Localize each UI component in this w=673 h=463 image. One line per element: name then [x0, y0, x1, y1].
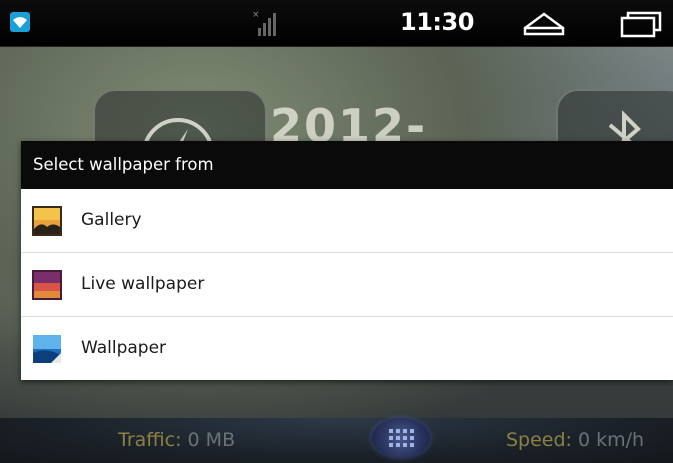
list-item-label: Gallery	[81, 210, 142, 230]
speed-value: 0 km/h	[578, 429, 645, 451]
signal-icon: ×	[252, 10, 276, 36]
wallpaper-source-list: Gallery Live wallpaper Wallpaper	[21, 189, 673, 380]
traffic-readout: Traffic: 0 MB	[118, 429, 235, 451]
list-item-label: Live wallpaper	[81, 274, 205, 294]
live-wallpaper-icon	[32, 270, 62, 300]
speed-label: Speed:	[506, 429, 572, 451]
status-time: 11:30	[400, 8, 474, 36]
app-drawer-button[interactable]	[372, 418, 430, 458]
bottom-dock: Traffic: 0 MB Speed: 0 km/h	[0, 418, 673, 463]
gallery-icon	[32, 206, 62, 236]
traffic-label: Traffic:	[118, 429, 182, 451]
list-item-label: Wallpaper	[81, 338, 167, 358]
list-item-live-wallpaper[interactable]: Live wallpaper	[21, 252, 673, 316]
wallpaper-icon	[33, 335, 61, 363]
traffic-value: 0 MB	[187, 429, 236, 451]
wifi-icon	[10, 12, 30, 32]
recent-apps-icon[interactable]	[620, 10, 664, 38]
speed-readout: Speed: 0 km/h	[506, 429, 644, 451]
dialog-title: Select wallpaper from	[21, 141, 673, 189]
list-item-wallpaper[interactable]: Wallpaper	[21, 316, 673, 380]
home-icon[interactable]	[522, 10, 566, 36]
grid-icon	[389, 429, 414, 447]
list-item-gallery[interactable]: Gallery	[21, 189, 673, 252]
status-bar: × 11:30	[0, 0, 673, 47]
select-wallpaper-dialog: Select wallpaper from Gallery Live wallp…	[21, 141, 673, 380]
svg-text:×: ×	[252, 10, 260, 20]
